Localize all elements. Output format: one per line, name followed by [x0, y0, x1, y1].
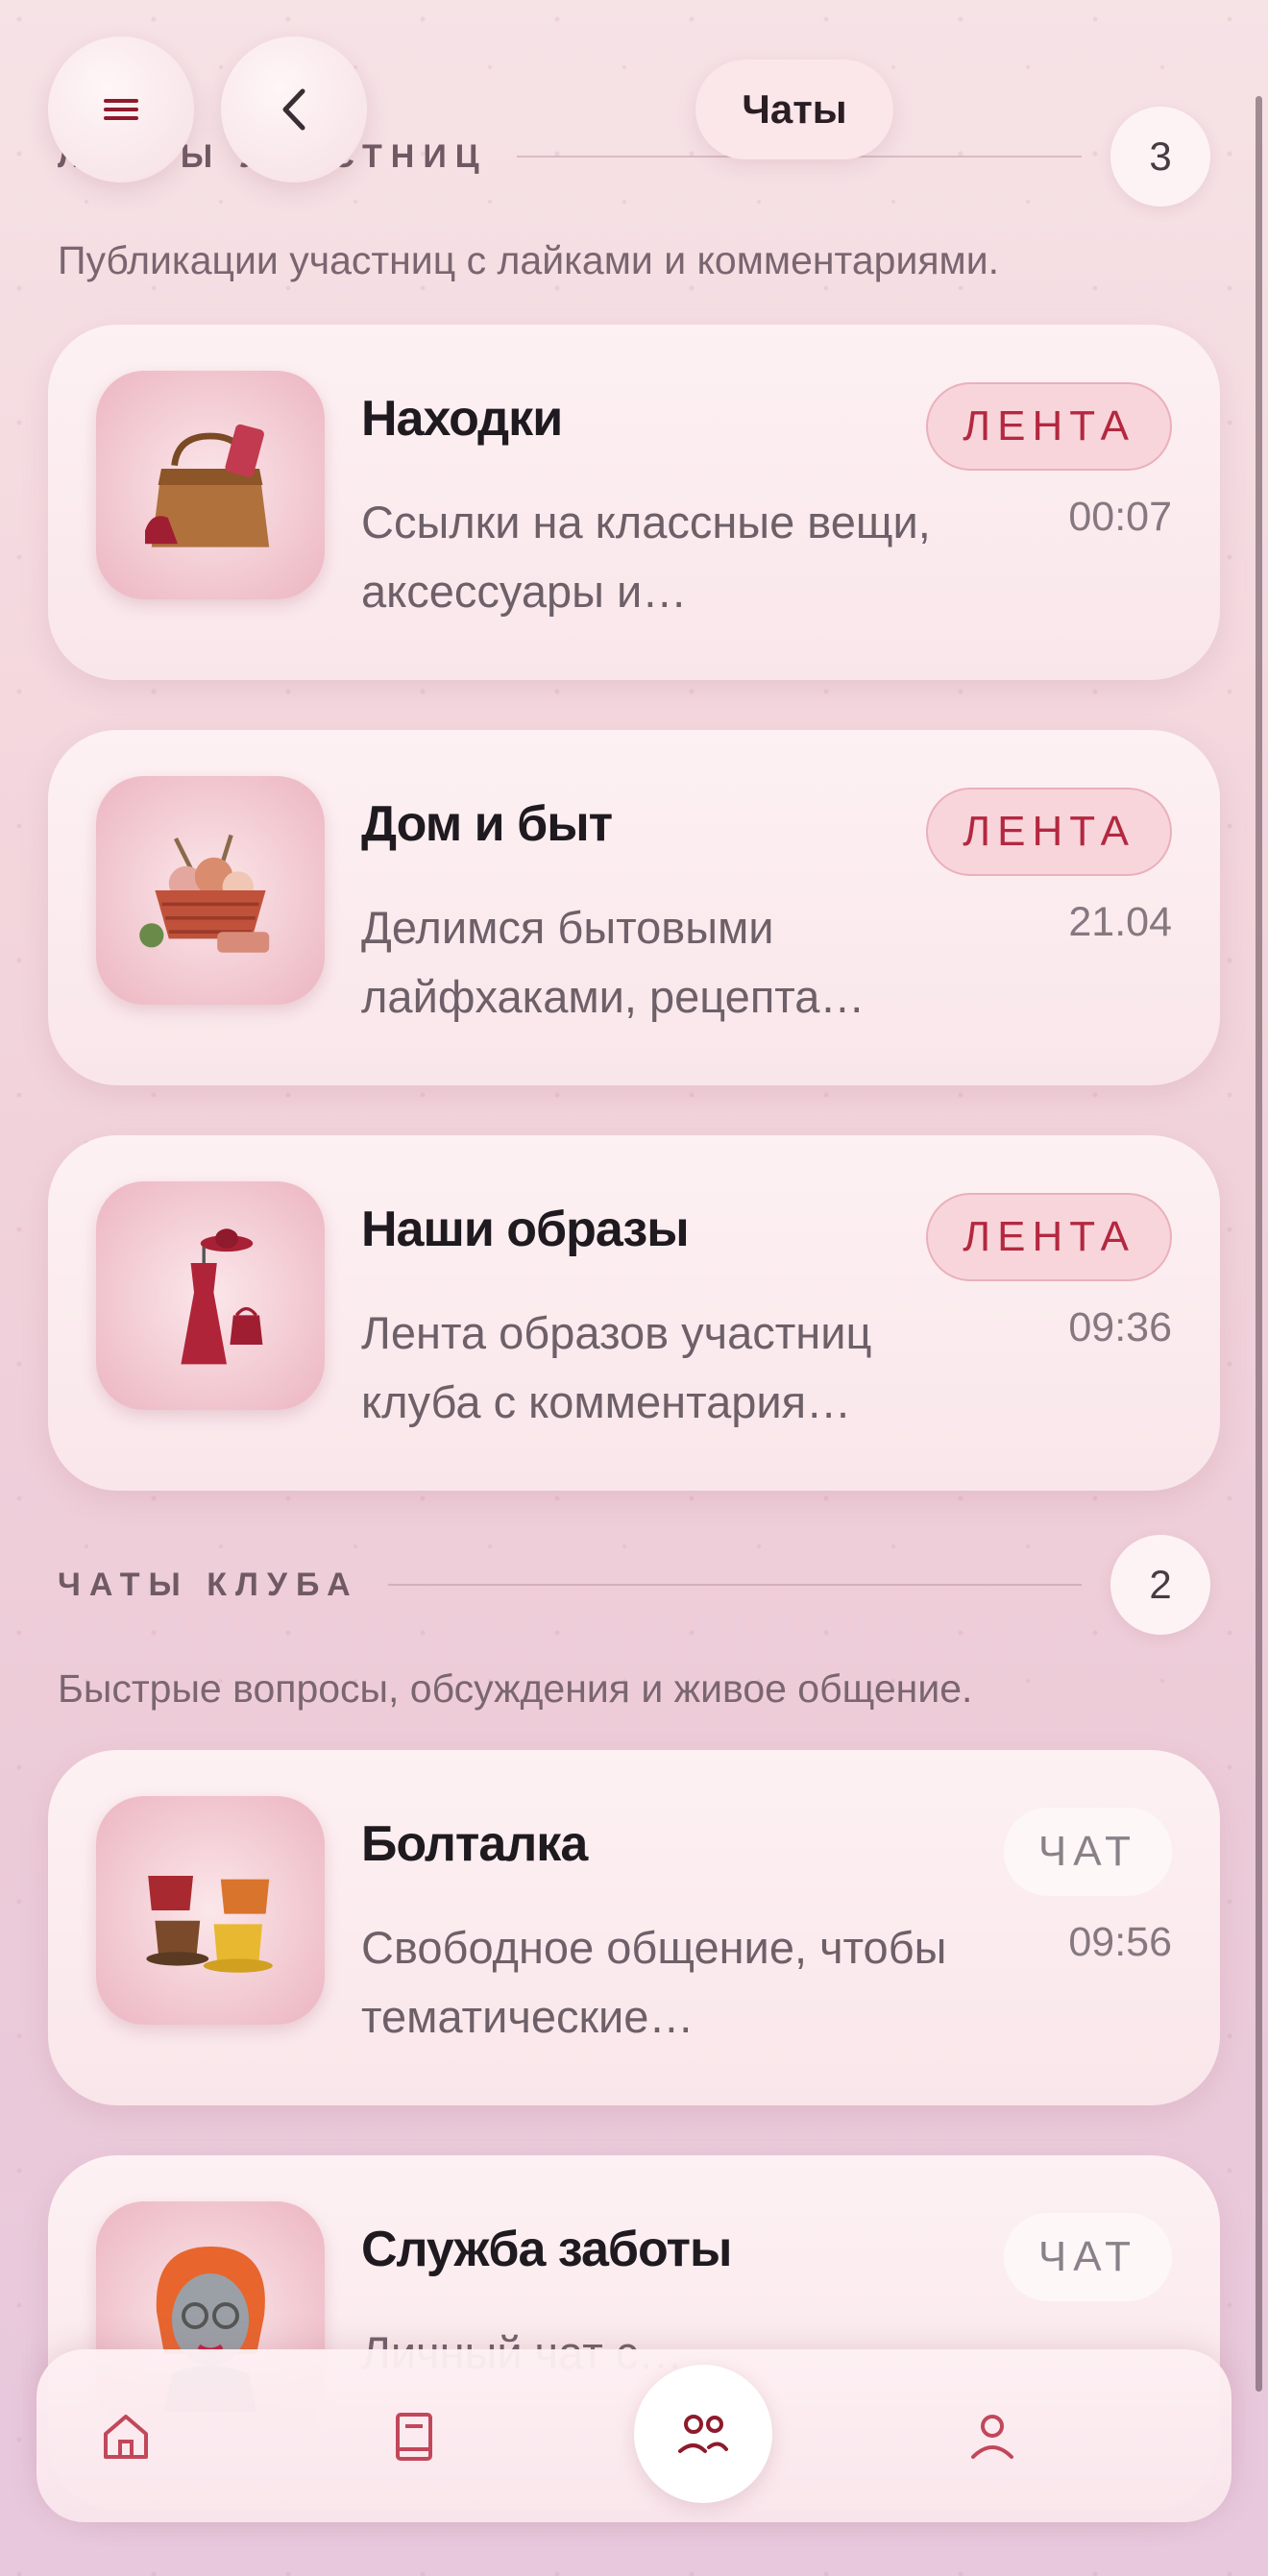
- item-time: 00:07: [1068, 494, 1172, 540]
- home-nav-button[interactable]: [73, 2384, 179, 2490]
- section-divider: [387, 1584, 1082, 1586]
- bottom-navigation: [37, 2349, 1231, 2522]
- community-icon: [678, 2415, 728, 2453]
- item-title: Находки: [361, 391, 563, 447]
- item-time: 09:36: [1068, 1304, 1172, 1350]
- feed-tag-badge: ЛЕНТА: [926, 382, 1172, 471]
- list-item-looks[interactable]: Наши образы Лента образов участниц клуба…: [48, 1135, 1220, 1491]
- chat-tag-badge: ЧАТ: [1003, 1808, 1172, 1896]
- section-count-badge: 3: [1110, 107, 1210, 207]
- profile-icon: [971, 2415, 1013, 2459]
- feed-nav-button[interactable]: [361, 2384, 467, 2490]
- list-item-finds[interactable]: Находки Ссылки на классные вещи, аксессу…: [48, 325, 1220, 680]
- home-icon: [104, 2415, 148, 2459]
- scrollbar[interactable]: [1256, 96, 1262, 2392]
- section-description: Быстрые вопросы, обсуждения и живое обще…: [58, 1666, 973, 1711]
- item-description: Свободное общение, чтобы тематические…: [361, 1922, 947, 2042]
- section-description: Публикации участниц с лайками и коммента…: [58, 238, 1000, 282]
- list-item-chatter[interactable]: Болталка Свободное общение, чтобы темати…: [48, 1750, 1220, 2105]
- list-item-home[interactable]: Дом и быт Делимся бытовыми лайфхаками, р…: [48, 730, 1220, 1085]
- chat-tag-badge: ЧАТ: [1003, 2213, 1172, 2301]
- feed-tag-badge: ЛЕНТА: [926, 1193, 1172, 1281]
- item-time: 21.04: [1068, 899, 1172, 945]
- dress-icon: [96, 1181, 325, 1410]
- item-description: Лента образов участниц клуба с комментар…: [361, 1307, 872, 1427]
- menu-button[interactable]: [48, 36, 194, 182]
- handbag-icon: [96, 371, 325, 599]
- profile-nav-button[interactable]: [939, 2384, 1045, 2490]
- section-count-badge: 2: [1110, 1535, 1210, 1635]
- item-title: Наши образы: [361, 1202, 690, 1257]
- feed-tag-badge: ЛЕНТА: [926, 788, 1172, 876]
- chats-nav-button[interactable]: [634, 2365, 772, 2503]
- item-title: Служба заботы: [361, 2222, 732, 2277]
- item-description: Делимся бытовыми лайфхаками, рецепта…: [361, 902, 866, 1022]
- knitting-basket-icon: [96, 776, 325, 1005]
- item-title: Болталка: [361, 1816, 588, 1872]
- page-title: Чаты: [695, 60, 893, 159]
- coffee-cups-icon: [96, 1796, 325, 2025]
- item-time: 09:56: [1068, 1919, 1172, 1965]
- chevron-left-icon: [282, 88, 305, 131]
- item-description: Ссылки на классные вещи, аксессуары и…: [361, 497, 931, 617]
- hamburger-menu-icon: [104, 99, 138, 120]
- back-button[interactable]: [221, 36, 367, 182]
- item-title: Дом и быт: [361, 796, 613, 852]
- section-header-chats: ЧАТЫ КЛУБА 2: [58, 1535, 1210, 1635]
- section-title: ЧАТЫ КЛУБА: [58, 1566, 359, 1603]
- book-icon: [396, 2413, 432, 2461]
